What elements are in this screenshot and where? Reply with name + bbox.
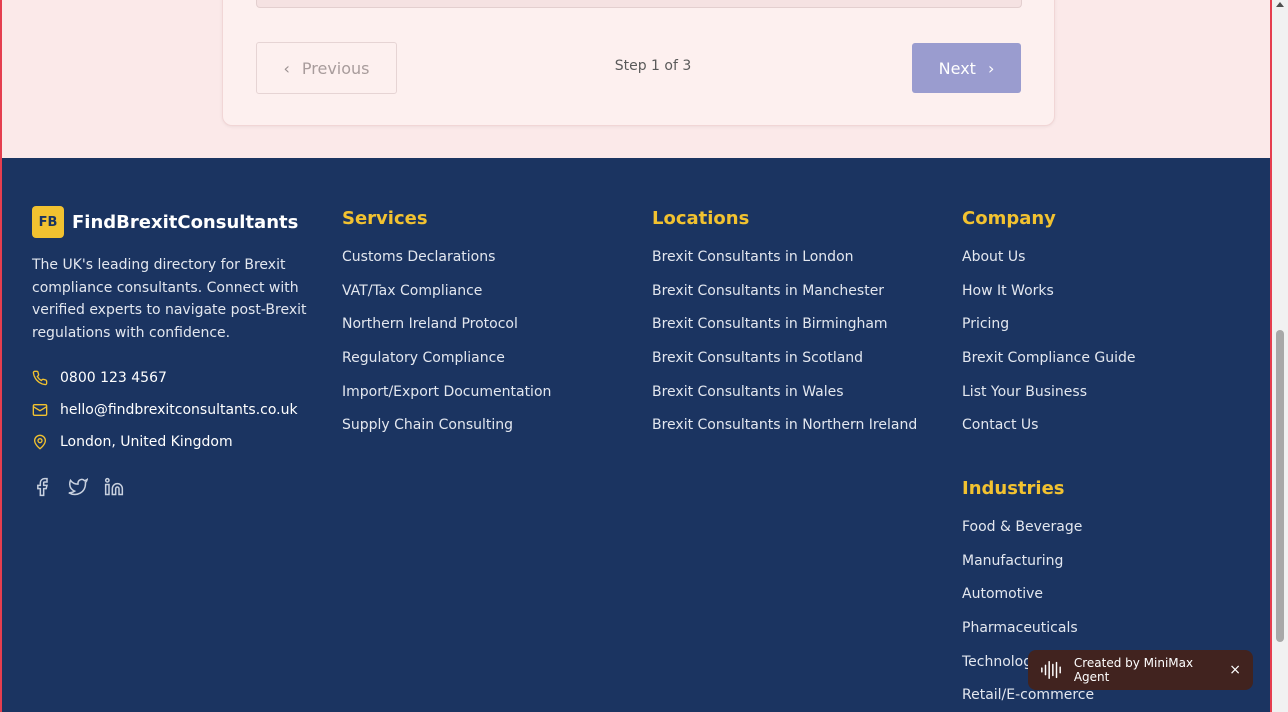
services-link[interactable]: Regulatory Compliance <box>342 350 551 384</box>
company-heading: Company <box>962 208 1056 229</box>
services-link[interactable]: Import/Export Documentation <box>342 384 551 418</box>
company-link[interactable]: How It Works <box>962 283 1136 317</box>
chevron-left-icon: ‹ <box>283 58 290 78</box>
footer-company: Company About Us How It Works Pricing Br… <box>962 208 1136 451</box>
locations-link[interactable]: Brexit Consultants in London <box>652 249 917 283</box>
contact-location: London, United Kingdom <box>32 434 233 450</box>
locations-link[interactable]: Brexit Consultants in Manchester <box>652 283 917 317</box>
minimax-agent-badge[interactable]: Created by MiniMax Agent × <box>1028 650 1253 690</box>
brand-name: FindBrexitConsultants <box>72 211 299 233</box>
site-footer: FB FindBrexitConsultants The UK's leadin… <box>2 158 1270 712</box>
locations-link[interactable]: Brexit Consultants in Wales <box>652 384 917 418</box>
scrollbar[interactable] <box>1272 0 1288 712</box>
badge-text: Created by MiniMax Agent <box>1073 656 1194 684</box>
phone-icon <box>32 370 48 386</box>
form-field[interactable] <box>256 0 1022 8</box>
footer-brand[interactable]: FB FindBrexitConsultants <box>32 206 298 238</box>
footer-locations: Locations Brexit Consultants in London B… <box>652 208 917 451</box>
linkedin-icon[interactable] <box>104 477 124 497</box>
twitter-icon[interactable] <box>68 477 88 497</box>
next-button[interactable]: Next › <box>912 43 1021 93</box>
scrollbar-thumb[interactable] <box>1276 330 1284 642</box>
contact-phone[interactable]: 0800 123 4567 <box>32 370 167 386</box>
locations-link[interactable]: Brexit Consultants in Scotland <box>652 350 917 384</box>
locations-link[interactable]: Brexit Consultants in Northern Ireland <box>652 417 917 451</box>
services-link[interactable]: Northern Ireland Protocol <box>342 316 551 350</box>
company-link[interactable]: Brexit Compliance Guide <box>962 350 1136 384</box>
page-viewport: ‹ Previous Step 1 of 3 Next › FB FindBre… <box>0 0 1272 712</box>
services-heading: Services <box>342 208 428 229</box>
form-card: ‹ Previous Step 1 of 3 Next › <box>222 0 1055 126</box>
company-link[interactable]: List Your Business <box>962 384 1136 418</box>
industries-heading: Industries <box>962 478 1065 499</box>
close-icon[interactable]: × <box>1229 662 1241 678</box>
chevron-right-icon: › <box>987 58 995 78</box>
company-link[interactable]: Contact Us <box>962 417 1136 451</box>
previous-button[interactable]: ‹ Previous <box>256 42 397 94</box>
industries-link[interactable]: Retail/E-commerce <box>962 687 1094 712</box>
company-link[interactable]: Pricing <box>962 316 1136 350</box>
brand-logo: FB <box>32 206 64 238</box>
step-indicator: Step 1 of 3 <box>614 58 692 74</box>
email-text: hello@findbrexitconsultants.co.uk <box>60 402 298 418</box>
form-section: ‹ Previous Step 1 of 3 Next › <box>2 0 1270 158</box>
social-links <box>32 477 124 497</box>
location-text: London, United Kingdom <box>60 434 233 450</box>
map-pin-icon <box>33 434 47 450</box>
industries-link[interactable]: Pharmaceuticals <box>962 620 1094 654</box>
locations-link[interactable]: Brexit Consultants in Birmingham <box>652 316 917 350</box>
services-link[interactable]: VAT/Tax Compliance <box>342 283 551 317</box>
next-label: Next <box>938 58 976 78</box>
services-link[interactable]: Supply Chain Consulting <box>342 417 551 451</box>
industries-link[interactable]: Automotive <box>962 586 1094 620</box>
services-link[interactable]: Customs Declarations <box>342 249 551 283</box>
previous-label: Previous <box>301 58 370 78</box>
brand-description: The UK's leading directory for Brexit co… <box>32 257 307 341</box>
contact-email[interactable]: hello@findbrexitconsultants.co.uk <box>32 402 298 418</box>
soundwave-icon <box>1041 661 1061 679</box>
scroll-up-arrow-icon[interactable] <box>1276 2 1284 7</box>
phone-text: 0800 123 4567 <box>60 370 167 386</box>
facebook-icon[interactable] <box>32 477 52 497</box>
footer-services: Services Customs Declarations VAT/Tax Co… <box>342 208 551 451</box>
locations-heading: Locations <box>652 208 750 229</box>
industries-link[interactable]: Food & Beverage <box>962 519 1094 553</box>
mail-icon <box>32 404 48 416</box>
company-link[interactable]: About Us <box>962 249 1136 283</box>
industries-link[interactable]: Manufacturing <box>962 553 1094 587</box>
